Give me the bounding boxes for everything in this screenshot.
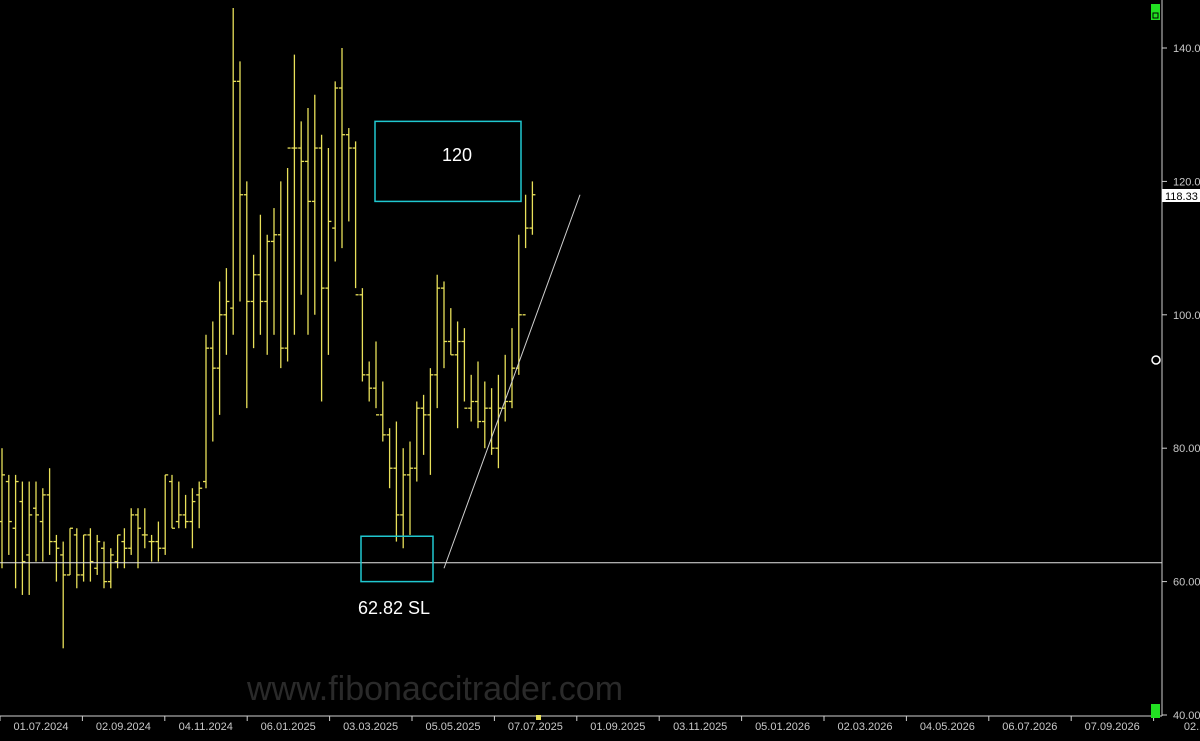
- x-tick-label: 06.01.2025: [261, 721, 316, 733]
- scroll-bottom-handle[interactable]: [1151, 704, 1160, 718]
- stop-label: 62.82 SL: [358, 598, 430, 618]
- x-tick-label: 01.09.2025: [590, 721, 645, 733]
- x-tick-label: 03.11.2025: [673, 721, 727, 733]
- x-tick-label: 03.03.2025: [343, 721, 398, 733]
- x-tick-label: 01.07.2024: [13, 721, 68, 733]
- chart-root: www.fibonaccitrader.com 120 62.82 SL 140…: [0, 0, 1200, 736]
- chart-background: [0, 0, 1200, 736]
- x-tick-label: 07.09.2026: [1085, 721, 1140, 733]
- watermark-text: www.fibonaccitrader.com: [246, 670, 623, 708]
- x-tick-label: 04.11.2024: [179, 721, 233, 733]
- last-price-label: 118.33: [1165, 191, 1198, 203]
- x-tick-label: 05.05.2025: [425, 721, 480, 733]
- y-tick-label: 60.00: [1173, 577, 1200, 589]
- x-tick-label: 04.05.2026: [920, 721, 975, 733]
- x-tick-label: 02.03.2026: [837, 721, 892, 733]
- y-tick-label: 100.00: [1173, 310, 1200, 322]
- y-tick-label: 120.00: [1173, 176, 1200, 188]
- x-tick-label: 05.01.2026: [755, 721, 810, 733]
- y-tick-label: 80.00: [1173, 443, 1200, 455]
- current-bar-marker: [536, 715, 541, 720]
- x-tick-label: 02.1: [1184, 721, 1200, 733]
- target-label: 120: [442, 145, 472, 165]
- x-tick-label: 07.07.2025: [508, 721, 563, 733]
- price-chart[interactable]: www.fibonaccitrader.com 120 62.82 SL 140…: [0, 0, 1200, 736]
- x-tick-label: 02.09.2024: [96, 721, 151, 733]
- y-tick-label: 140.00: [1173, 43, 1200, 55]
- x-tick-label: 06.07.2026: [1002, 721, 1057, 733]
